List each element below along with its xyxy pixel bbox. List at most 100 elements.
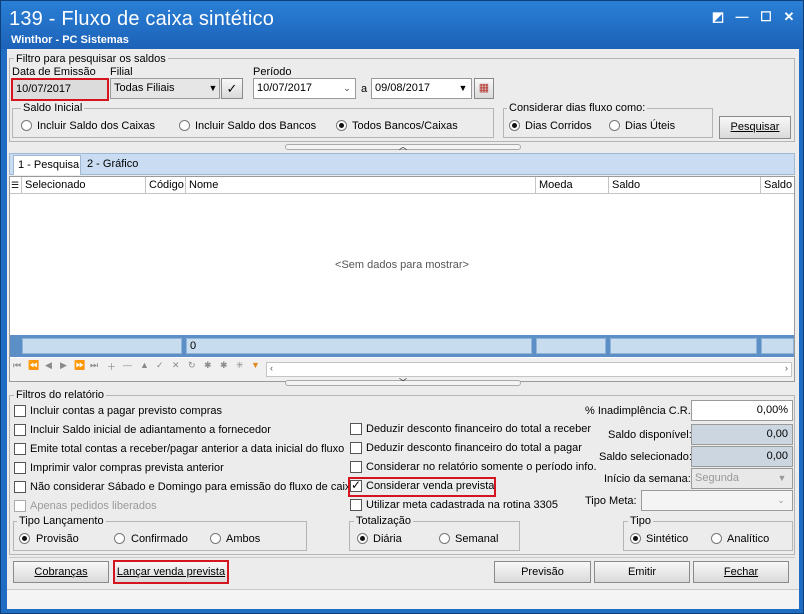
nav-prev-page-icon[interactable]: ⏪ bbox=[28, 360, 39, 371]
maximize-icon[interactable]: ☐ bbox=[758, 10, 774, 24]
saldo-disponivel-label: Saldo disponível: bbox=[608, 429, 692, 441]
top-splitter[interactable]: ︿ bbox=[285, 143, 521, 151]
ambos-radio[interactable] bbox=[210, 533, 221, 544]
results-grid: ☰ Selecionado Código Nome Moeda Saldo Sa… bbox=[9, 176, 795, 382]
mid-checkbox-label-0: Deduzir desconto financeiro do total a r… bbox=[366, 423, 592, 435]
dias-fluxo-title: Considerar dias fluxo como: bbox=[507, 102, 648, 114]
diaria-radio[interactable] bbox=[357, 533, 368, 544]
left-checkbox-0[interactable] bbox=[14, 405, 26, 417]
dias-uteis-radio[interactable] bbox=[609, 120, 620, 131]
col-selecionado[interactable]: Selecionado bbox=[22, 177, 146, 193]
tab-grafico[interactable]: 2 - Gráfico bbox=[85, 155, 155, 175]
periodo-start-dropdown-icon[interactable]: ⌄ bbox=[339, 79, 355, 98]
left-checkbox-4[interactable] bbox=[14, 481, 26, 493]
inicio-semana-dropdown-icon[interactable]: ▼ bbox=[774, 469, 790, 488]
mid-checkbox-4[interactable] bbox=[350, 499, 362, 511]
periodo-end-dropdown-icon[interactable]: ▼ bbox=[455, 79, 471, 98]
mid-checkbox-0[interactable] bbox=[350, 423, 362, 435]
totalizacao-title: Totalização bbox=[354, 515, 414, 527]
data-emissao-field[interactable]: 10/07/2017 bbox=[11, 78, 109, 101]
provisao-radio[interactable] bbox=[19, 533, 30, 544]
col-saldo[interactable]: Saldo bbox=[609, 177, 761, 193]
bottom-splitter[interactable]: ﹀ bbox=[285, 378, 521, 387]
grid-footer: 0 bbox=[10, 335, 794, 357]
nav-edit-icon[interactable]: ▲ bbox=[140, 360, 149, 370]
confirmado-label: Confirmado bbox=[131, 533, 188, 545]
nav-delete-icon[interactable]: — bbox=[123, 360, 132, 370]
tipo-lancamento-title: Tipo Lançamento bbox=[17, 515, 106, 527]
filial-dropdown-icon[interactable]: ▼ bbox=[205, 79, 221, 98]
chevron-down-icon: ﹀ bbox=[399, 378, 407, 387]
diaria-label: Diária bbox=[373, 533, 402, 545]
close-icon[interactable]: ✕ bbox=[781, 10, 797, 24]
saldo-selecionado-field: 0,00 bbox=[691, 446, 793, 467]
relatorio-group-title: Filtros do relatório bbox=[14, 389, 107, 401]
nav-bookmark-icon[interactable]: ✱ bbox=[204, 360, 212, 371]
fechar-button[interactable]: Fechar bbox=[693, 561, 789, 583]
previsao-button[interactable]: Previsão bbox=[494, 561, 591, 583]
saldo-caixas-label: Incluir Saldo dos Caixas bbox=[37, 120, 156, 132]
dias-corridos-radio[interactable] bbox=[509, 120, 520, 131]
tipo-meta-dropdown-icon[interactable]: ⌄ bbox=[773, 491, 789, 510]
left-checkbox-label-5: Apenas pedidos liberados bbox=[30, 500, 157, 512]
filial-select[interactable]: Todas Filiais bbox=[110, 78, 220, 99]
nav-last-icon[interactable]: ⏭ bbox=[90, 360, 98, 371]
left-checkbox-3[interactable] bbox=[14, 462, 26, 474]
horizontal-scrollbar[interactable]: ‹ › bbox=[266, 362, 792, 377]
nav-clear-bookmark-icon[interactable]: ✳ bbox=[236, 360, 244, 371]
title-bar: 139 - Fluxo de caixa sintético Winthor -… bbox=[1, 1, 803, 49]
tipo-meta-select[interactable] bbox=[641, 490, 793, 511]
tipo-title: Tipo bbox=[628, 515, 653, 527]
nav-goto-bookmark-icon[interactable]: ✱ bbox=[220, 360, 228, 371]
col-saldo-se[interactable]: Saldo se bbox=[761, 177, 794, 193]
nav-refresh-icon[interactable]: ↻ bbox=[188, 360, 196, 371]
lancar-venda-prevista-button[interactable]: Lançar venda prevista bbox=[113, 560, 229, 584]
col-codigo[interactable]: Código bbox=[146, 177, 186, 193]
left-checkbox-2[interactable] bbox=[14, 443, 26, 455]
col-moeda[interactable]: Moeda bbox=[536, 177, 609, 193]
minimize-icon[interactable]: — bbox=[734, 10, 750, 24]
nav-next-page-icon[interactable]: ⏩ bbox=[74, 360, 85, 371]
nav-prev-icon[interactable]: ◀ bbox=[45, 360, 52, 371]
nav-next-icon[interactable]: ▶ bbox=[60, 360, 67, 371]
col-nome[interactable]: Nome bbox=[186, 177, 536, 193]
left-checkbox-5[interactable] bbox=[14, 500, 26, 512]
saldo-todos-label: Todos Bancos/Caixas bbox=[352, 120, 458, 132]
mid-checkbox-1[interactable] bbox=[350, 442, 362, 454]
emitir-button[interactable]: Emitir bbox=[594, 561, 690, 583]
semanal-label: Semanal bbox=[455, 533, 499, 545]
tab-pesquisa[interactable]: 1 - Pesquisa bbox=[13, 155, 81, 175]
scroll-right-icon[interactable]: › bbox=[785, 363, 788, 373]
ambos-label: Ambos bbox=[226, 533, 261, 545]
footer-cell-moeda bbox=[536, 338, 606, 354]
venda-prevista-highlight bbox=[348, 477, 496, 497]
nav-cancel-icon[interactable]: ✕ bbox=[172, 360, 180, 371]
left-checkbox-1[interactable] bbox=[14, 424, 26, 436]
nav-first-icon[interactable]: ⏮ bbox=[13, 360, 21, 371]
saldo-bancos-radio[interactable] bbox=[179, 120, 190, 131]
inadimplencia-field[interactable]: 0,00% bbox=[691, 400, 793, 421]
filial-label: Filial bbox=[110, 66, 133, 78]
analitico-radio[interactable] bbox=[711, 533, 722, 544]
confirm-filial-button[interactable]: ✓ bbox=[221, 78, 243, 99]
nav-add-icon[interactable]: ＋ bbox=[107, 360, 116, 373]
saldo-selecionado-label: Saldo selecionado: bbox=[599, 451, 692, 463]
mid-checkbox-2[interactable] bbox=[350, 461, 362, 473]
restore-icon[interactable]: ◩ bbox=[710, 10, 726, 24]
confirmado-radio[interactable] bbox=[114, 533, 125, 544]
nav-post-icon[interactable]: ✓ bbox=[156, 360, 164, 371]
filter-icon[interactable]: ▼ bbox=[251, 360, 260, 370]
calendar-icon[interactable]: ▦ bbox=[474, 78, 494, 99]
saldo-todos-radio[interactable] bbox=[336, 120, 347, 131]
semanal-radio[interactable] bbox=[439, 533, 450, 544]
cobrancas-button[interactable]: Cobranças bbox=[13, 561, 109, 583]
app-window: 139 - Fluxo de caixa sintético Winthor -… bbox=[0, 0, 804, 614]
column-chooser-icon[interactable]: ☰ bbox=[10, 177, 22, 193]
sintetico-radio[interactable] bbox=[630, 533, 641, 544]
footer-cell-saldo bbox=[610, 338, 757, 354]
scroll-left-icon[interactable]: ‹ bbox=[270, 363, 273, 373]
left-checkbox-label-2: Emite total contas a receber/pagar anter… bbox=[30, 443, 345, 455]
pesquisar-button[interactable]: Pesquisar bbox=[719, 116, 791, 139]
mid-checkbox-label-4: Utilizar meta cadastrada na rotina 3305 bbox=[366, 499, 558, 511]
saldo-caixas-radio[interactable] bbox=[21, 120, 32, 131]
